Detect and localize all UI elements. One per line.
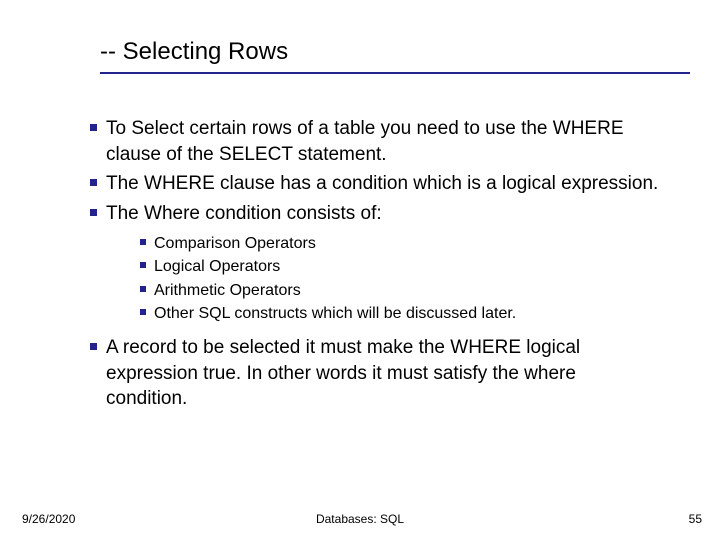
main-list-continued: A record to be selected it must make the… [80, 335, 660, 412]
content-area: To Select certain rows of a table you ne… [80, 116, 660, 412]
main-list: To Select certain rows of a table you ne… [80, 116, 660, 227]
footer-title: Databases: SQL [316, 512, 404, 526]
square-bullet-icon [80, 201, 106, 216]
sub-bullet-text: Arithmetic Operators [154, 280, 660, 302]
list-item: Logical Operators [132, 256, 660, 278]
sub-bullet-text: Comparison Operators [154, 233, 660, 255]
list-item: A record to be selected it must make the… [80, 335, 660, 412]
title-underline [100, 72, 690, 74]
sub-bullet-text: Logical Operators [154, 256, 660, 278]
sub-list: Comparison Operators Logical Operators A… [132, 233, 660, 325]
square-bullet-icon [132, 233, 154, 245]
square-bullet-icon [132, 256, 154, 268]
list-item: The Where condition consists of: [80, 201, 660, 227]
square-bullet-icon [132, 303, 154, 315]
sub-bullet-text: Other SQL constructs which will be discu… [154, 303, 660, 325]
square-bullet-icon [80, 116, 106, 131]
square-bullet-icon [80, 171, 106, 186]
list-item: To Select certain rows of a table you ne… [80, 116, 660, 167]
footer: 9/26/2020 Databases: SQL 55 [0, 512, 720, 526]
square-bullet-icon [132, 280, 154, 292]
list-item: The WHERE clause has a condition which i… [80, 171, 660, 197]
footer-date: 9/26/2020 [22, 512, 75, 526]
bullet-text: The Where condition consists of: [106, 201, 660, 227]
bullet-text: The WHERE clause has a condition which i… [106, 171, 660, 197]
page-number: 55 [689, 512, 702, 526]
list-item: Comparison Operators [132, 233, 660, 255]
slide-title: -- Selecting Rows [100, 38, 288, 66]
list-item: Other SQL constructs which will be discu… [132, 303, 660, 325]
title-row: -- Selecting Rows [100, 38, 690, 66]
square-bullet-icon [80, 335, 106, 350]
bullet-text: To Select certain rows of a table you ne… [106, 116, 660, 167]
bullet-text: A record to be selected it must make the… [106, 335, 660, 412]
slide: -- Selecting Rows To Select certain rows… [0, 0, 720, 540]
list-item: Arithmetic Operators [132, 280, 660, 302]
